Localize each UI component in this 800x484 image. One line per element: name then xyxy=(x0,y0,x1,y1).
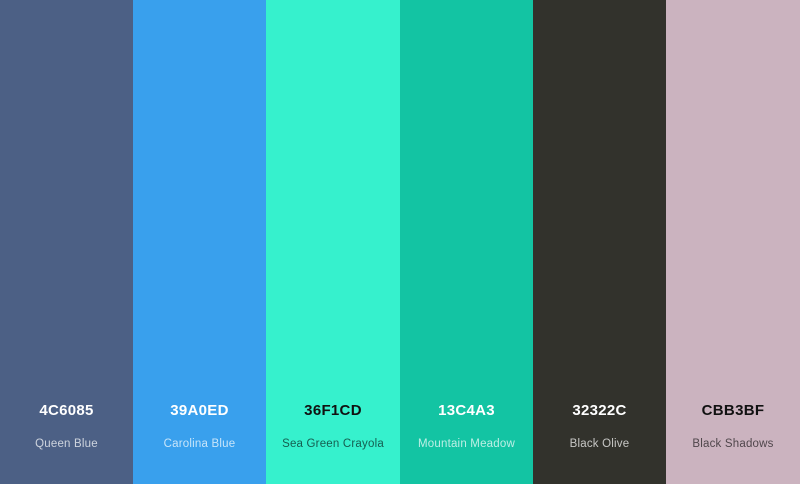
swatch-name: Sea Green Crayola xyxy=(282,438,384,450)
swatch-name: Mountain Meadow xyxy=(418,438,515,450)
swatch-queen-blue[interactable]: 4C6085 Queen Blue xyxy=(0,0,133,484)
swatch-name: Carolina Blue xyxy=(163,438,236,450)
swatch-sea-green-crayola[interactable]: 36F1CD Sea Green Crayola xyxy=(266,0,400,484)
swatch-hex: 39A0ED xyxy=(170,402,229,419)
swatch-hex: 36F1CD xyxy=(304,402,362,419)
swatch-name: Black Olive xyxy=(569,438,630,450)
swatch-mountain-meadow[interactable]: 13C4A3 Mountain Meadow xyxy=(400,0,533,484)
color-palette: 4C6085 Queen Blue 39A0ED Carolina Blue 3… xyxy=(0,0,800,484)
swatch-name: Black Shadows xyxy=(692,438,774,450)
swatch-hex: 13C4A3 xyxy=(438,402,495,419)
swatch-hex: 4C6085 xyxy=(39,402,94,419)
swatch-hex: CBB3BF xyxy=(701,402,765,419)
swatch-name: Queen Blue xyxy=(35,438,98,450)
swatch-carolina-blue[interactable]: 39A0ED Carolina Blue xyxy=(133,0,266,484)
swatch-black-shadows[interactable]: CBB3BF Black Shadows xyxy=(666,0,800,484)
swatch-black-olive[interactable]: 32322C Black Olive xyxy=(533,0,666,484)
swatch-hex: 32322C xyxy=(572,402,627,419)
